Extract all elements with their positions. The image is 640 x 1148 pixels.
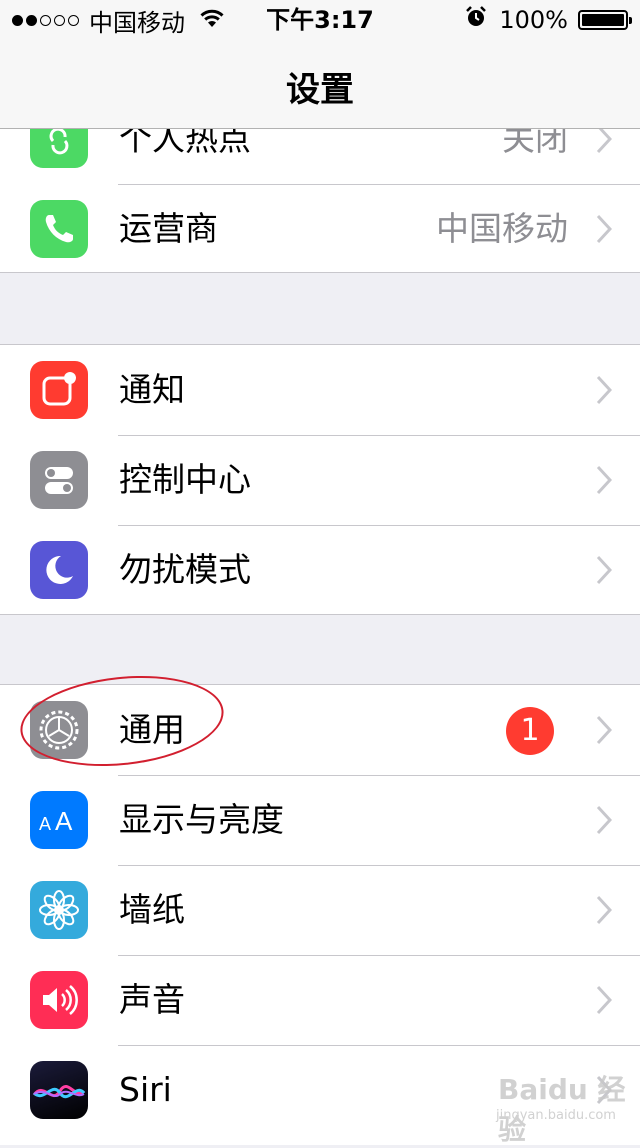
page-title: 设置: [286, 70, 354, 110]
chevron-right-icon: [596, 555, 612, 585]
flower-icon: [30, 881, 88, 939]
row-label: 勿扰模式: [119, 550, 251, 589]
navigation-bar: 设置: [0, 40, 640, 129]
update-badge: 1: [506, 707, 554, 755]
row-label: 声音: [119, 980, 185, 1019]
row-label: 通知: [119, 370, 185, 409]
speaker-icon: [30, 971, 88, 1029]
siri-icon: [30, 1061, 88, 1119]
row-label: Siri: [119, 1070, 172, 1109]
moon-icon: [30, 541, 88, 599]
svg-text:A: A: [55, 806, 73, 836]
settings-row-carrier[interactable]: 运营商 中国移动: [0, 184, 640, 274]
row-label: 控制中心: [119, 460, 251, 499]
alarm-icon: [465, 6, 487, 34]
battery-percent: 100%: [499, 6, 568, 34]
phone-icon: [30, 200, 88, 258]
row-label: 墙纸: [119, 890, 185, 929]
text-size-icon: A A: [30, 791, 88, 849]
chevron-right-icon: [596, 214, 612, 244]
settings-group-system: 通知 控制中心 勿扰模式: [0, 344, 640, 615]
battery-icon: [578, 10, 632, 30]
chevron-right-icon: [596, 895, 612, 925]
row-value: 中国移动: [436, 209, 568, 248]
status-right: 100%: [465, 6, 632, 34]
chevron-right-icon: [596, 805, 612, 835]
settings-row-display-brightness[interactable]: A A 显示与亮度: [0, 775, 640, 865]
chevron-right-icon: [596, 465, 612, 495]
row-label: 显示与亮度: [119, 800, 284, 839]
settings-row-notifications[interactable]: 通知: [0, 345, 640, 435]
row-label: 运营商: [119, 209, 218, 248]
chevron-right-icon: [596, 715, 612, 745]
chevron-right-icon: [596, 985, 612, 1015]
settings-row-sounds[interactable]: 声音: [0, 955, 640, 1045]
settings-row-wallpaper[interactable]: 墙纸: [0, 865, 640, 955]
watermark-url: jingyan.baidu.com: [496, 1108, 616, 1123]
status-bar: 中国移动 下午3:17 100%: [0, 0, 640, 40]
svg-text:A: A: [39, 814, 51, 834]
watermark: Baidu 经验 jingyan.baidu.com: [490, 1066, 630, 1146]
settings-row-control-center[interactable]: 控制中心: [0, 435, 640, 525]
chevron-right-icon: [596, 375, 612, 405]
settings-row-do-not-disturb[interactable]: 勿扰模式: [0, 525, 640, 615]
control-center-icon: [30, 451, 88, 509]
notifications-icon: [30, 361, 88, 419]
